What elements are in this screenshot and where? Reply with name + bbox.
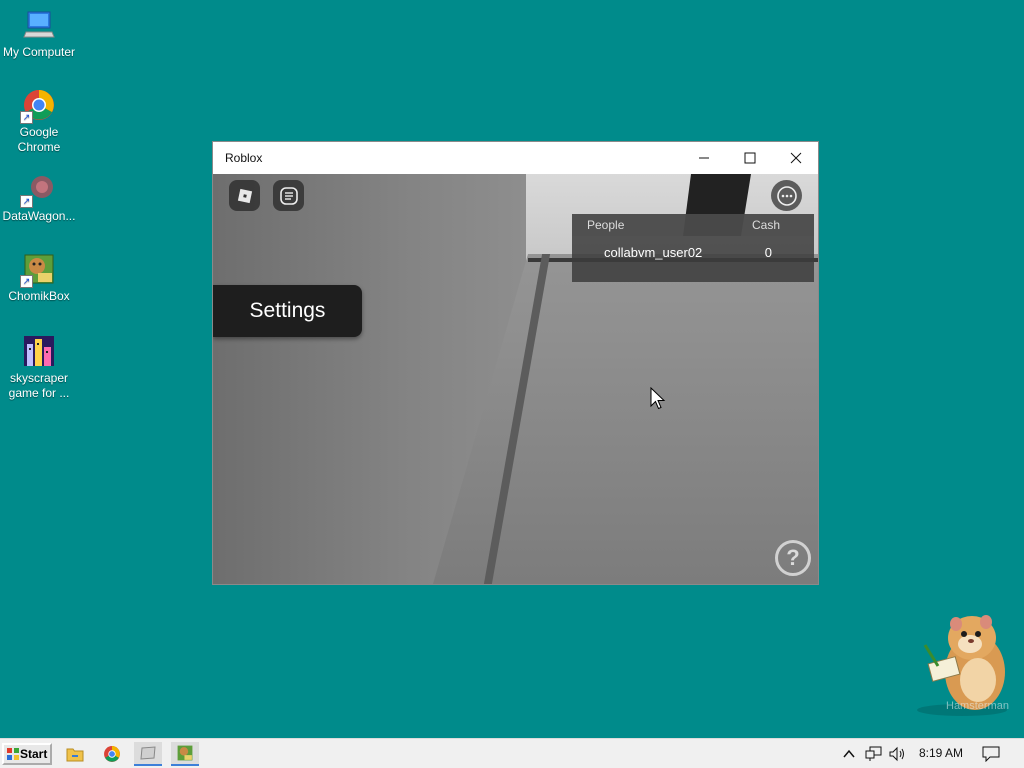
taskbar-chrome[interactable]	[98, 742, 126, 766]
chat-icon	[279, 186, 298, 205]
desktop-icon-label: Google Chrome	[17, 125, 61, 154]
desktop-icon-label: ChomikBox	[8, 289, 70, 303]
game-viewport[interactable]: Settings People Cash collabvm_user02 0 ?	[213, 174, 818, 584]
shortcut-arrow-icon: ↗	[20, 275, 33, 288]
help-button[interactable]: ?	[775, 540, 811, 576]
roblox-logo-icon	[237, 188, 252, 203]
leaderboard-header-people: People	[587, 218, 625, 232]
leaderboard-header-cash: Cash	[751, 218, 780, 232]
maximize-button[interactable]	[727, 142, 773, 174]
desktop-icon-label: DataWagon...	[2, 209, 76, 223]
close-icon	[790, 152, 802, 164]
minimize-icon	[699, 157, 709, 159]
desktop-icon-chomikbox[interactable]: ↗ ChomikBox	[0, 252, 78, 304]
window-titlebar[interactable]: Roblox	[213, 142, 818, 174]
folder-icon	[66, 748, 84, 762]
leaderboard-player-name: collabvm_user02	[604, 245, 703, 260]
chrome-icon	[104, 746, 120, 762]
windows-logo-icon	[7, 748, 19, 760]
leaderboard-row[interactable]: collabvm_user02 0	[572, 236, 814, 260]
computer-icon	[22, 8, 56, 42]
roblox-menu-button[interactable]	[229, 180, 260, 211]
shortcut-arrow-icon: ↗	[20, 195, 33, 208]
chomikbox-icon	[177, 745, 193, 761]
taskbar-chomikbox[interactable]	[171, 742, 199, 766]
chomikbox-icon: ↗	[20, 252, 56, 288]
leaderboard-panel: People Cash collabvm_user02 0	[572, 214, 814, 282]
roblox-window[interactable]: Roblox Settings People Cash collabvm_use…	[212, 141, 819, 585]
desktop-icon-google-chrome[interactable]: ↗ Google Chrome	[0, 88, 78, 155]
mouse-cursor-icon	[650, 387, 666, 410]
desktop-icon-label: skyscraper game for ...	[8, 371, 70, 400]
window-title: Roblox	[225, 151, 263, 165]
taskbar-clock[interactable]: 8:19 AM	[919, 746, 963, 760]
skyscraper-game-icon	[22, 334, 56, 368]
desktop-icon-label: My Computer	[2, 45, 76, 59]
notifications-icon[interactable]	[982, 746, 1000, 762]
desktop-icon-my-computer[interactable]: My Computer	[0, 8, 78, 60]
more-options-button[interactable]	[771, 180, 802, 211]
minimize-button[interactable]	[681, 142, 727, 174]
leaderboard-header: People Cash	[572, 214, 814, 236]
network-icon[interactable]	[865, 746, 883, 762]
desktop-icon-datawagon[interactable]: ↗ DataWagon...	[0, 172, 78, 224]
chevron-up-icon[interactable]	[842, 748, 856, 760]
leaderboard-player-cash: 0	[764, 245, 772, 260]
chat-button[interactable]	[273, 180, 304, 211]
start-label: Start	[20, 747, 48, 761]
start-button[interactable]: Start	[2, 743, 52, 765]
shortcut-arrow-icon: ↗	[20, 111, 33, 124]
roblox-taskbar-icon	[140, 746, 156, 760]
taskbar-file-explorer[interactable]	[61, 742, 89, 766]
mascot-label: Hamsterman	[946, 700, 1009, 712]
taskbar-roblox[interactable]	[134, 742, 162, 766]
datawagon-icon: ↗	[20, 172, 56, 208]
close-button[interactable]	[773, 142, 819, 174]
settings-button[interactable]: Settings	[213, 285, 362, 337]
taskbar: Start 8:19 AM	[0, 738, 1024, 768]
maximize-icon	[744, 152, 756, 164]
more-options-icon	[776, 185, 797, 206]
desktop-icon-skyscraper-game[interactable]: skyscraper game for ...	[0, 334, 78, 401]
chrome-icon: ↗	[20, 88, 56, 124]
volume-icon[interactable]	[889, 746, 907, 762]
